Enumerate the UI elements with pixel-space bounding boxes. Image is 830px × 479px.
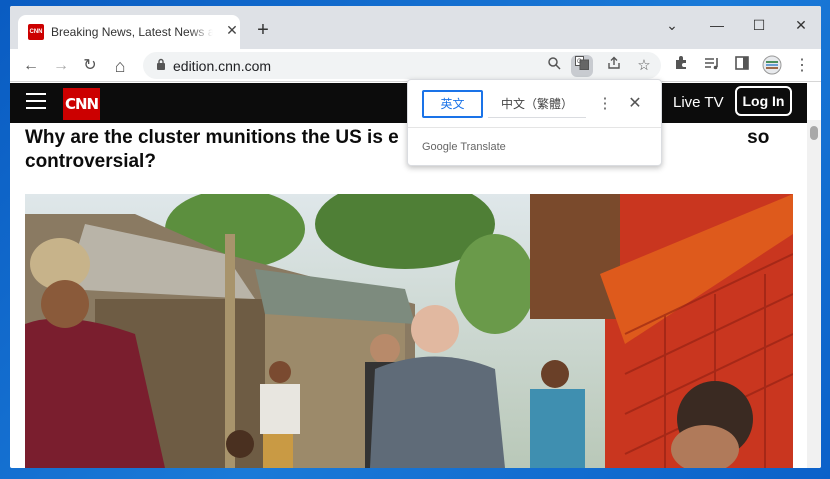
tab-search-icon[interactable]: ⌄	[660, 15, 684, 35]
source-language-tab[interactable]: 英文	[422, 90, 483, 118]
reload-icon[interactable]: ↻	[79, 55, 101, 77]
login-button[interactable]: Log In	[735, 86, 792, 116]
forward-icon[interactable]: →	[50, 55, 72, 77]
extensions-icon[interactable]	[670, 55, 692, 77]
translate-popup: 英文 中文（繁體） ⋮ ✕ Google Translate	[407, 79, 662, 166]
maximize-button[interactable]: ☐	[747, 15, 771, 35]
close-icon[interactable]: ✕	[626, 94, 644, 114]
menu-icon[interactable]: ⋮	[791, 55, 813, 77]
more-options-icon[interactable]: ⋮	[596, 94, 614, 114]
browser-toolbar: ← → ↻ ⌂ edition.cnn.com G ☆ ⋮	[10, 49, 821, 82]
reading-list-icon[interactable]	[701, 55, 723, 77]
translate-icon[interactable]: G	[571, 55, 593, 77]
side-panel-icon[interactable]	[731, 55, 753, 77]
lock-icon[interactable]	[154, 58, 168, 72]
page-scrollbar[interactable]	[807, 120, 821, 468]
star-icon[interactable]: ☆	[633, 55, 655, 77]
tab-title: Breaking News, Latest News and Videos | …	[51, 25, 213, 39]
browser-tab[interactable]: CNN Breaking News, Latest News and Video…	[18, 15, 240, 49]
article-photo	[25, 194, 793, 468]
home-icon[interactable]: ⌂	[109, 55, 131, 77]
cnn-logo[interactable]: CNN	[63, 88, 100, 120]
close-window-button[interactable]: ✕	[789, 15, 813, 35]
svg-text:G: G	[577, 59, 582, 65]
hamburger-menu-icon[interactable]	[26, 93, 46, 111]
back-icon[interactable]: ←	[20, 55, 42, 77]
target-language-tab[interactable]: 中文（繁體）	[488, 90, 586, 118]
cnn-favicon: CNN	[28, 24, 44, 40]
address-bar[interactable]: edition.cnn.com G ☆	[143, 52, 661, 79]
search-icon[interactable]	[543, 55, 565, 77]
profile-icon[interactable]	[761, 55, 783, 77]
url-text[interactable]: edition.cnn.com	[173, 58, 271, 74]
scrollbar-thumb[interactable]	[810, 126, 818, 140]
share-icon[interactable]	[603, 55, 625, 77]
live-tv-link[interactable]: Live TV	[673, 94, 724, 111]
minimize-button[interactable]: —	[705, 15, 729, 35]
browser-window: CNN Breaking News, Latest News and Video…	[10, 6, 821, 468]
tab-strip: CNN Breaking News, Latest News and Video…	[10, 6, 821, 49]
new-tab-icon[interactable]: +	[253, 20, 273, 40]
google-translate-branding: Google Translate	[422, 141, 506, 153]
popup-divider	[408, 127, 661, 128]
tab-close-icon[interactable]: ✕	[224, 22, 240, 38]
